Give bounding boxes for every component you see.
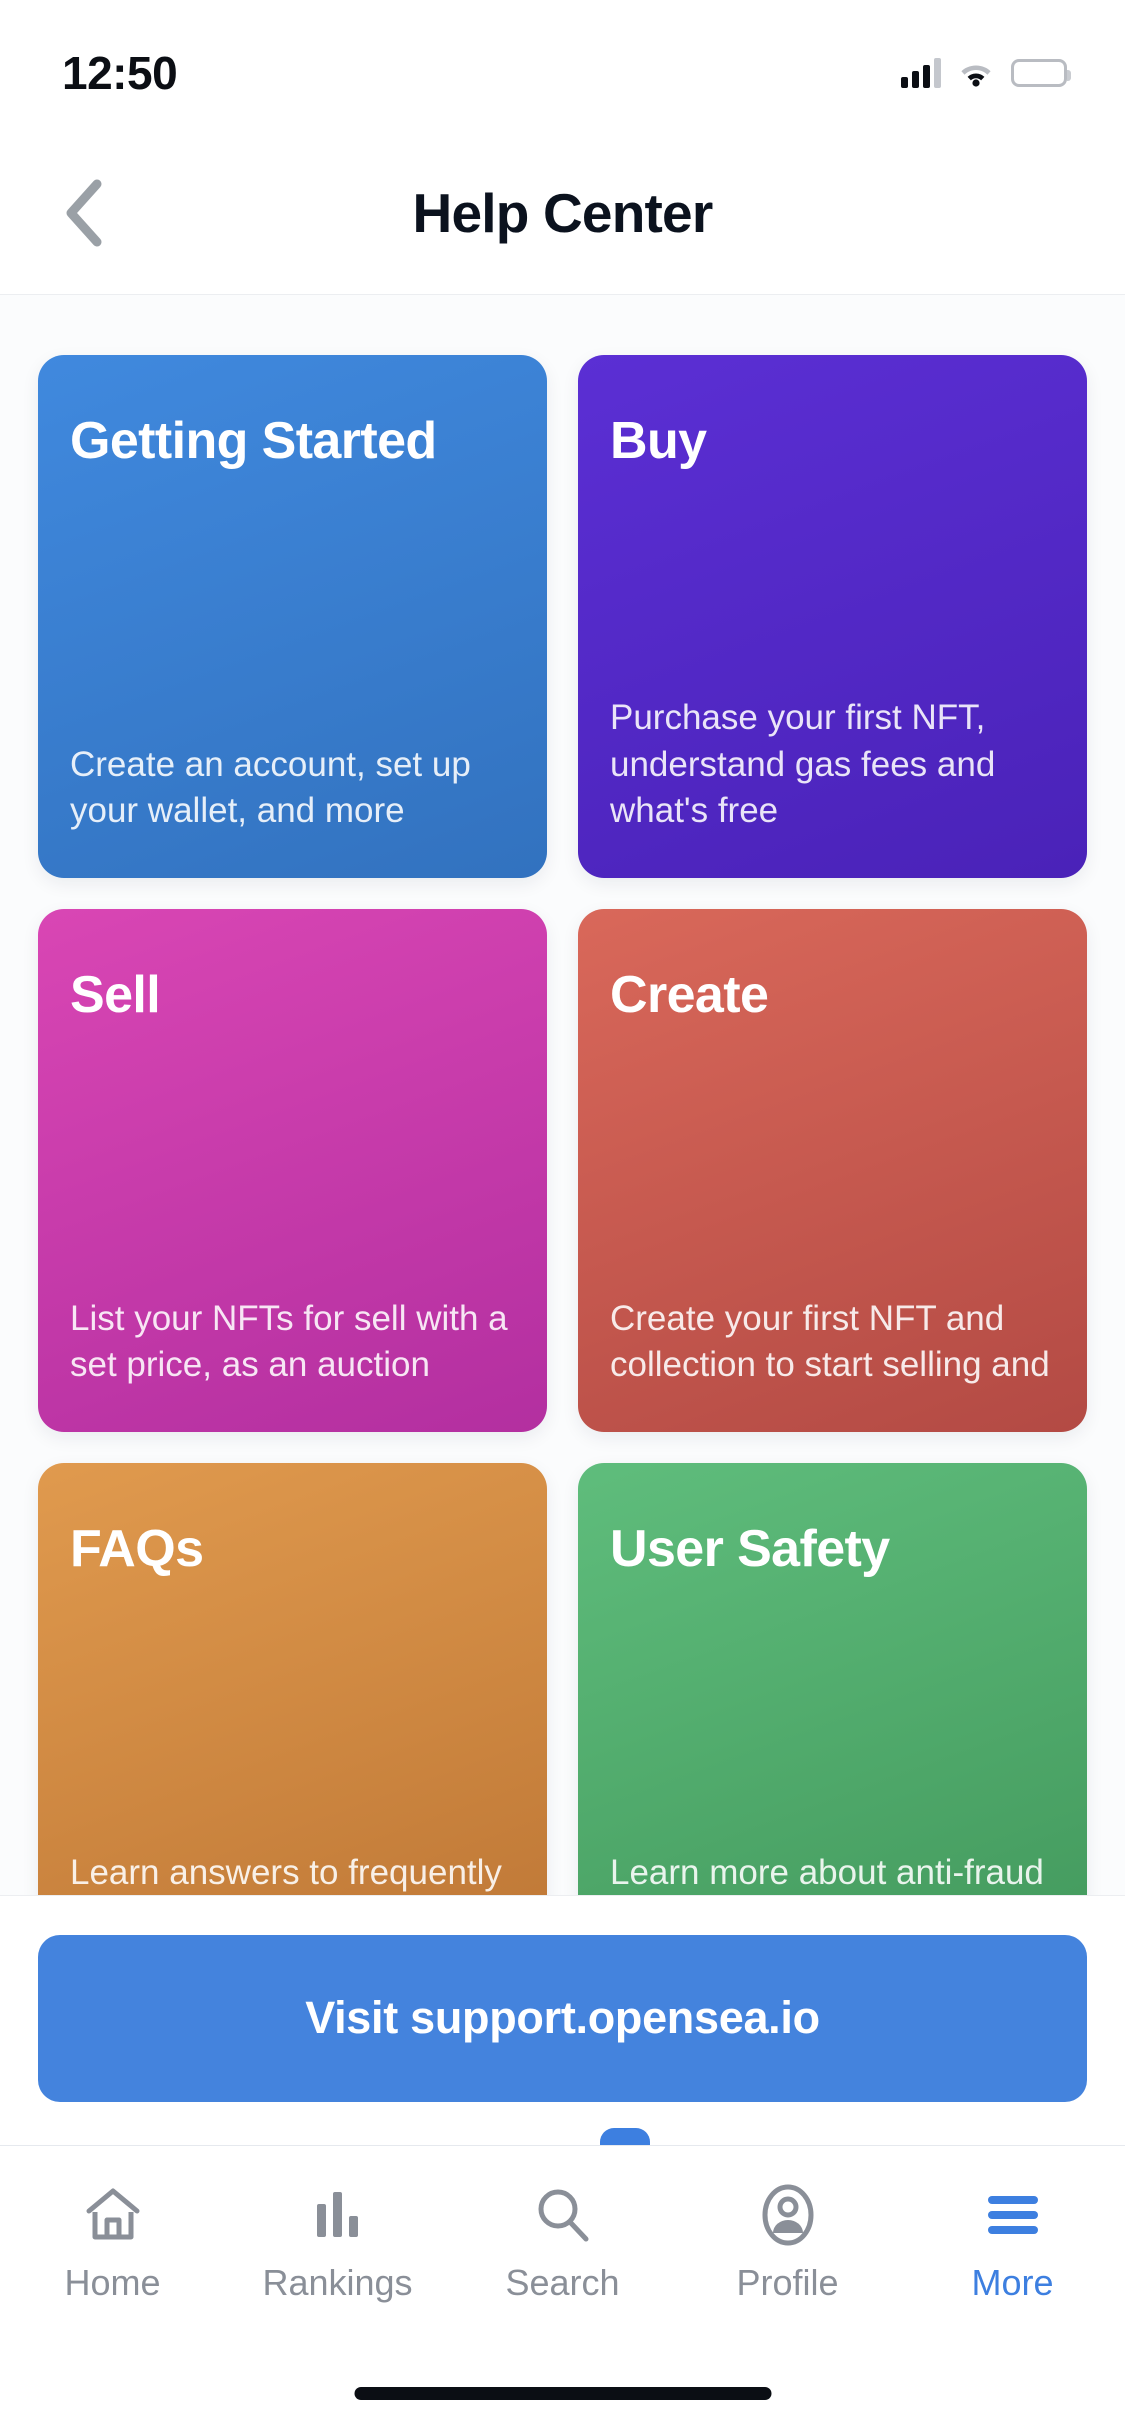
tab-more[interactable]: More — [900, 2184, 1125, 2304]
tab-label: Search — [505, 2262, 620, 2303]
battery-full-icon — [1011, 59, 1071, 87]
help-card-faqs[interactable]: FAQs Learn answers to frequently asked q… — [38, 1463, 547, 1895]
tab-rankings[interactable]: Rankings — [225, 2184, 450, 2304]
help-card-buy[interactable]: Buy Purchase your first NFT, understand … — [578, 355, 1087, 878]
help-card-description: Learn answers to frequently asked questi… — [70, 1852, 502, 1892]
help-card-title: FAQs — [70, 1520, 204, 1578]
status-bar-icons — [901, 58, 1071, 88]
help-card-sell[interactable]: Sell List your NFTs for sell with a set … — [38, 909, 547, 1432]
hamburger-menu-icon — [984, 2184, 1042, 2246]
visit-support-button[interactable]: Visit support.opensea.io — [38, 1934, 1087, 2102]
help-card-user-safety[interactable]: User Safety Learn more about anti-fraud … — [578, 1463, 1087, 1895]
app-header: Help Center — [0, 132, 1125, 295]
help-card-description: Create an account, set up your wallet, a… — [70, 744, 471, 830]
tab-label: Rankings — [262, 2262, 413, 2303]
back-button[interactable] — [38, 168, 128, 258]
tab-label: Profile — [736, 2262, 839, 2303]
help-card-description: Learn more about anti-fraud and user saf… — [610, 1852, 1044, 1892]
page-title: Help Center — [412, 182, 714, 244]
help-card-description: List your NFTs for sell with a set price… — [70, 1298, 508, 1384]
wifi-icon — [958, 59, 994, 87]
help-center-scroll-area[interactable]: Getting Started Create an account, set u… — [0, 295, 1125, 1895]
tab-profile[interactable]: Profile — [675, 2184, 900, 2304]
chevron-left-icon — [66, 179, 102, 247]
search-icon — [534, 2184, 592, 2246]
help-topic-grid: Getting Started Create an account, set u… — [0, 295, 1125, 1895]
app-screen: 12:50 Help Center Getting Started Create… — [0, 0, 1125, 2436]
help-card-title: Create — [610, 966, 769, 1024]
help-card-title: Sell — [70, 966, 161, 1024]
tab-label: More — [971, 2262, 1054, 2303]
tab-label: Home — [64, 2262, 161, 2303]
bar-chart-icon — [312, 2184, 364, 2246]
help-card-getting-started[interactable]: Getting Started Create an account, set u… — [38, 355, 547, 878]
home-icon — [83, 2184, 143, 2246]
home-indicator-bar — [354, 2387, 771, 2400]
help-card-title: Getting Started — [70, 412, 437, 470]
cellular-bars-icon — [901, 58, 941, 88]
help-card-title: Buy — [610, 412, 707, 470]
cta-container: Visit support.opensea.io — [0, 1895, 1125, 2140]
tab-search[interactable]: Search — [450, 2184, 675, 2304]
help-card-description: Create your first NFT and collection to … — [610, 1298, 1050, 1384]
status-bar-time: 12:50 — [62, 47, 178, 99]
help-card-create[interactable]: Create Create your first NFT and collect… — [578, 909, 1087, 1432]
bottom-tab-bar: Home Rankings Search Profile More — [0, 2145, 1125, 2365]
help-card-title: User Safety — [610, 1520, 890, 1578]
status-bar: 12:50 — [0, 0, 1125, 132]
help-card-description: Purchase your first NFT, understand gas … — [610, 698, 996, 830]
tab-home[interactable]: Home — [0, 2184, 225, 2304]
user-circle-icon — [759, 2184, 817, 2246]
